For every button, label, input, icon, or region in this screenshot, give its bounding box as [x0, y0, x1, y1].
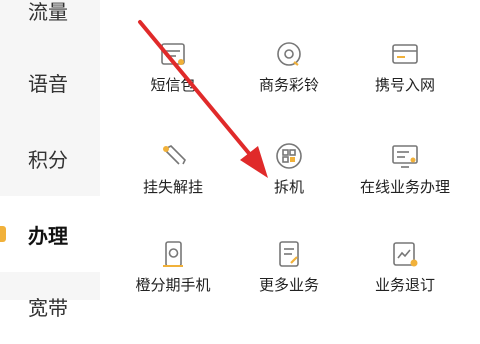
card-transfer-icon [389, 38, 421, 70]
service-sms-pack[interactable]: 短信包 [110, 0, 236, 94]
ringtone-icon [273, 38, 305, 70]
online-service-icon [389, 140, 421, 172]
sidebar-item-traffic[interactable]: 流量 [0, 0, 100, 48]
service-label: 商务彩铃 [258, 76, 319, 94]
sidebar-item-handle[interactable]: 办理 [0, 196, 100, 272]
service-label: 拆机 [273, 178, 304, 196]
service-report-loss[interactable]: 挂失解挂 [110, 102, 236, 196]
service-label: 在线业务办理 [359, 178, 450, 196]
service-label: 短信包 [150, 76, 196, 94]
more-services-icon [273, 238, 305, 270]
service-number-portability[interactable]: 携号入网 [342, 0, 468, 94]
installment-phone-icon [157, 238, 189, 270]
service-label: 挂失解挂 [142, 178, 203, 196]
service-more[interactable]: 更多业务 [226, 200, 352, 294]
sms-icon [157, 38, 189, 70]
sim-lock-icon [157, 140, 189, 172]
service-online-business[interactable]: 在线业务办理 [342, 102, 468, 196]
phone-unbind-icon [273, 140, 305, 172]
sidebar-item-label: 积分 [28, 147, 68, 172]
sidebar-item-label: 办理 [28, 223, 68, 248]
service-label: 更多业务 [258, 276, 319, 294]
sidebar-item-voice[interactable]: 语音 [0, 44, 100, 120]
active-indicator [0, 226, 6, 242]
service-grid: 短信包 商务彩铃 携号入网 挂失解挂 拆机 在线业务办理 橙分期手机 更多业务 … [100, 0, 480, 300]
service-unsubscribe[interactable]: 业务退订 [342, 200, 468, 294]
service-installment-phone[interactable]: 橙分期手机 [110, 200, 236, 294]
service-label: 橙分期手机 [135, 276, 211, 294]
unsubscribe-icon [389, 238, 421, 270]
service-disconnect[interactable]: 拆机 [226, 102, 352, 196]
service-label: 业务退订 [374, 276, 435, 294]
sidebar-item-points[interactable]: 积分 [0, 120, 100, 196]
sidebar-item-broadband[interactable]: 宽带 [0, 268, 100, 344]
service-business-ringtone[interactable]: 商务彩铃 [226, 0, 352, 94]
sidebar-item-label: 语音 [28, 71, 68, 96]
sidebar-item-label: 流量 [28, 0, 68, 24]
service-label: 携号入网 [374, 76, 435, 94]
category-sidebar: 流量 语音 积分 办理 宽带 [0, 0, 100, 320]
sidebar-item-label: 宽带 [28, 295, 68, 320]
